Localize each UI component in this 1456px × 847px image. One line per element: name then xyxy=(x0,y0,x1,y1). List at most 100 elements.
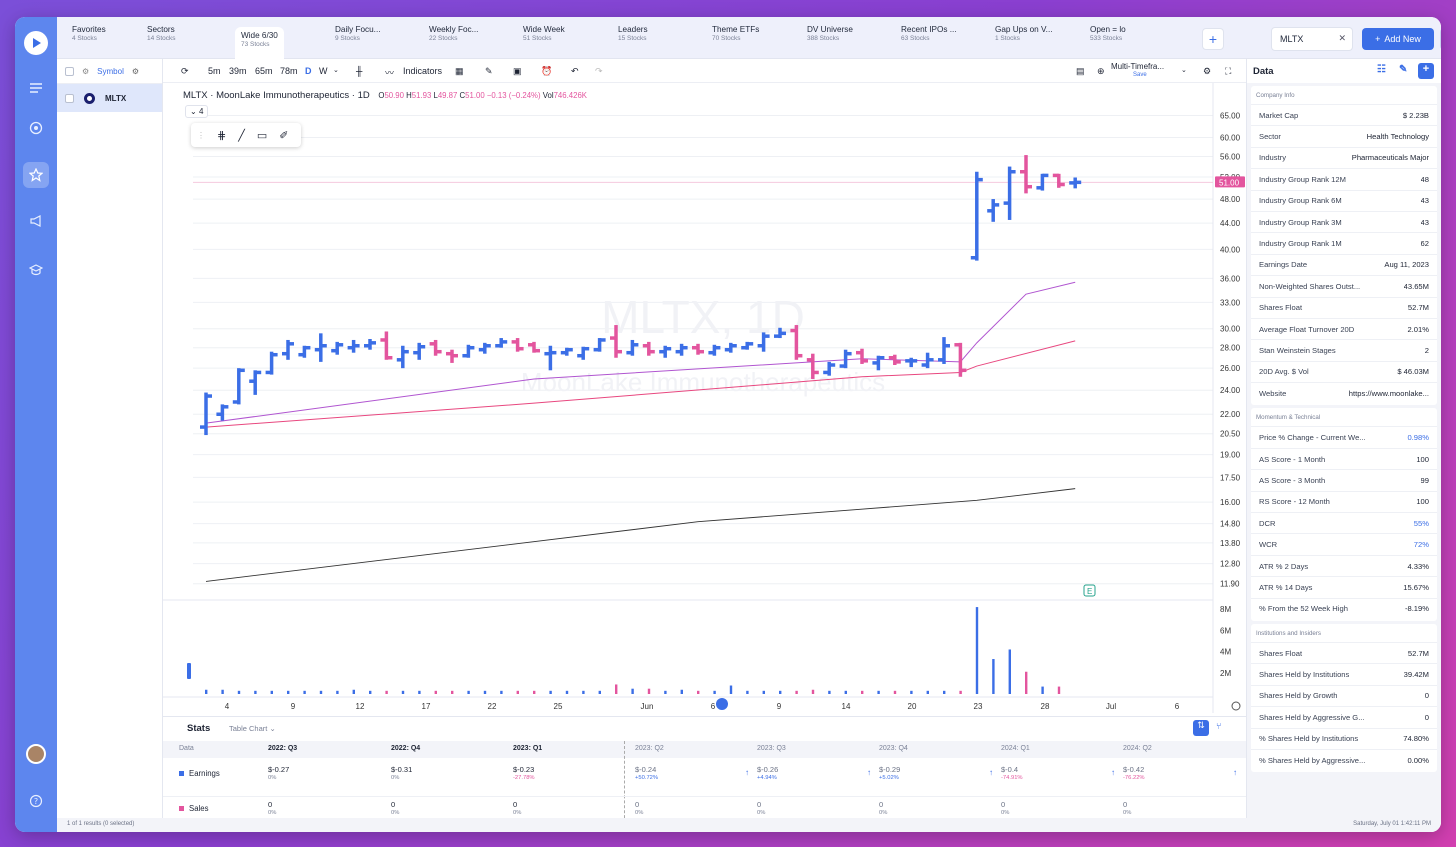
templates-icon[interactable]: ▦ xyxy=(455,66,464,77)
stats-value: $-0.31 xyxy=(391,765,413,774)
chart-settings-icon[interactable]: ⚙ xyxy=(1203,66,1211,77)
callout-tool-icon[interactable]: ▭ xyxy=(257,129,267,142)
watchlist-tab[interactable]: Sectors 14 Stocks xyxy=(147,25,176,55)
alert-icon[interactable]: ⏰ xyxy=(541,66,552,77)
volume-bar xyxy=(811,689,815,694)
select-all-checkbox[interactable] xyxy=(65,66,74,76)
data-key: Price % Change - Current We... xyxy=(1259,433,1366,443)
section-title: Institutions and Insiders xyxy=(1256,629,1322,637)
data-panel-title: Data xyxy=(1253,65,1274,77)
stats-view-toggle[interactable]: Table Chart ⌄ xyxy=(229,724,276,733)
clear-icon[interactable]: ✕ xyxy=(1338,33,1346,44)
data-key: Shares Held by Aggressive G... xyxy=(1259,712,1365,722)
app-logo-icon[interactable] xyxy=(24,31,48,55)
help-icon[interactable]: ? xyxy=(23,788,49,814)
watchlist-tab[interactable]: Favorites 4 Stocks xyxy=(72,25,106,55)
menu-icon[interactable] xyxy=(23,75,49,101)
data-row: Shares Held by Growth 0 xyxy=(1251,684,1437,706)
volume-bar xyxy=(975,607,979,694)
watchlist-tab[interactable]: Gap Ups on V... 1 Stocks xyxy=(995,25,1053,55)
stats-change: 0% xyxy=(757,810,766,816)
megaphone-icon[interactable] xyxy=(23,208,49,234)
chevron-down-icon[interactable]: ⌄ xyxy=(333,66,339,74)
indicators-button[interactable]: Indicators xyxy=(403,66,442,76)
stats-change: -76.22% xyxy=(1123,775,1145,781)
stats-change: 0% xyxy=(268,810,277,816)
layout-chevron-icon[interactable]: ⌄ xyxy=(1181,66,1187,74)
timeframe-weekly[interactable]: W xyxy=(319,66,328,76)
trendline-tool-icon[interactable]: ╱ xyxy=(238,129,245,142)
download-icon[interactable]: ⤓ xyxy=(1440,28,1441,50)
watchlist-tab[interactable]: Daily Focu... 9 Stocks xyxy=(335,25,381,55)
stats-branch-icon[interactable]: ⑂ xyxy=(1216,721,1221,731)
data-row: Industry Group Rank 6M 43 xyxy=(1251,189,1437,211)
edit-icon[interactable]: ✎ xyxy=(1399,64,1407,75)
price-axis-label: 56.00 xyxy=(1220,153,1241,162)
watchlist-tab[interactable]: Open = lo 533 Stocks xyxy=(1090,25,1126,55)
tab-name: Recent IPOs ... xyxy=(901,25,957,34)
volume-bar xyxy=(434,690,437,694)
education-icon[interactable] xyxy=(23,257,49,283)
brush-tool-icon[interactable]: ✐ xyxy=(279,129,288,142)
watchlist-tab[interactable]: Theme ETFs 70 Stocks xyxy=(712,25,759,55)
data-value: 52.7M xyxy=(1407,648,1429,658)
price-axis-label: 44.00 xyxy=(1220,219,1241,228)
legend-collapse-toggle[interactable]: ⌄ 4 xyxy=(185,105,209,118)
timeframe-78m[interactable]: 78m xyxy=(280,66,298,76)
layout-icon[interactable]: ▤ xyxy=(1076,66,1085,77)
price-axis-label: 36.00 xyxy=(1220,274,1241,283)
fib-tool-icon[interactable]: ⋕ xyxy=(217,129,226,142)
watchlist-tab[interactable]: DV Universe 388 Stocks xyxy=(807,25,853,55)
timeframe-5m[interactable]: 5m xyxy=(208,66,221,76)
volume-axis-label: 6M xyxy=(1220,626,1231,635)
timeframe-39m[interactable]: 39m xyxy=(229,66,247,76)
timeframe-65m[interactable]: 65m xyxy=(255,66,273,76)
price-chart[interactable]: 65.0060.0056.0052.0048.0044.0040.0036.00… xyxy=(163,83,1246,716)
column-settings-icon[interactable]: ⚙ xyxy=(132,67,139,76)
watchlist-tab[interactable]: Wide 6/30 73 Stocks xyxy=(235,27,284,59)
add-field-button[interactable]: + xyxy=(1418,63,1434,79)
tab-count: 9 Stocks xyxy=(335,34,360,42)
redo-icon[interactable]: ↷ xyxy=(595,66,603,77)
status-bar: 1 of 1 results (0 selected) Saturday, Ju… xyxy=(57,818,1441,832)
watchlist-tab[interactable]: Weekly Foc... 22 Stocks xyxy=(429,25,478,55)
fullscreen-icon[interactable]: ⛶ xyxy=(1225,66,1231,77)
list-view-icon[interactable]: ☷ xyxy=(1377,64,1386,75)
timeframe-daily[interactable]: D xyxy=(305,66,312,76)
undo-icon[interactable]: ↶ xyxy=(571,66,579,77)
data-row: Price % Change - Current We... 0.98% xyxy=(1251,426,1437,447)
ticker-search-input[interactable]: MLTX ✕ xyxy=(1271,27,1353,51)
row-checkbox[interactable] xyxy=(65,93,74,103)
settings-gear-icon[interactable]: ⚙ xyxy=(82,67,89,76)
draw-pencil-icon[interactable]: ✎ xyxy=(485,66,493,77)
volume-bar xyxy=(664,690,667,694)
layout-save[interactable]: Save xyxy=(1133,72,1147,78)
volume-bar xyxy=(483,690,487,694)
watchlist-tab[interactable]: Recent IPOs ... 63 Stocks xyxy=(901,25,957,55)
star-icon[interactable] xyxy=(23,162,49,188)
volume-bar xyxy=(762,690,765,694)
user-avatar[interactable] xyxy=(26,744,46,764)
bar-style-icon[interactable]: ╫ xyxy=(356,66,362,76)
indicators-icon[interactable]: 〰 xyxy=(385,66,394,79)
data-row: Industry Group Rank 3M 43 xyxy=(1251,210,1437,232)
refresh-icon[interactable]: ⟳ xyxy=(181,66,189,77)
radar-icon[interactable] xyxy=(23,115,49,141)
volume-bar xyxy=(713,690,716,694)
layout-name[interactable]: Multi-Timefra... xyxy=(1111,62,1164,71)
symbol-column-header[interactable]: Symbol xyxy=(97,67,124,76)
add-new-button[interactable]: + Add New xyxy=(1362,28,1434,50)
layout-plus-icon[interactable]: ⊕ xyxy=(1097,66,1105,77)
symbol-row[interactable]: MLTX xyxy=(57,84,162,112)
volume-bar xyxy=(729,685,733,694)
stats-filter-icon[interactable]: ⇅ xyxy=(1193,720,1209,736)
data-value: 15.67% xyxy=(1403,582,1429,592)
add-tab-button[interactable]: + xyxy=(1202,28,1224,50)
data-value: Pharmaceuticals Major xyxy=(1351,153,1429,163)
data-row: Shares Float 52.7M xyxy=(1251,641,1437,663)
watchlist-tab[interactable]: Leaders 15 Stocks xyxy=(618,25,648,55)
drag-handle-icon[interactable]: ⋮ xyxy=(197,131,205,140)
data-row: Earnings Date Aug 11, 2023 xyxy=(1251,253,1437,275)
watchlist-tab[interactable]: Wide Week 51 Stocks xyxy=(523,25,565,55)
snapshot-icon[interactable]: ▣ xyxy=(513,66,522,77)
